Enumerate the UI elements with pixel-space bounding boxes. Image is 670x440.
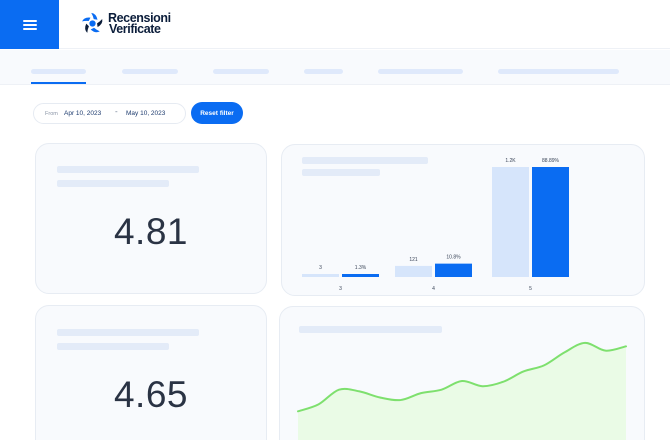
brand-line-2: Verificate bbox=[109, 21, 161, 36]
from-label: From bbox=[45, 111, 58, 117]
bar-3-series-1[interactable] bbox=[302, 274, 339, 277]
active-tab-indicator bbox=[31, 82, 86, 84]
brand-name: Recensioni Verificate bbox=[108, 11, 171, 36]
brand-logo[interactable]: Recensioni Verificate bbox=[80, 11, 171, 36]
tab-placeholder-6[interactable] bbox=[498, 69, 619, 74]
star-logo-icon bbox=[82, 12, 103, 33]
trend-chart-card bbox=[279, 306, 645, 440]
card-subtitle-placeholder bbox=[57, 343, 169, 350]
bar-4-series-2[interactable] bbox=[435, 263, 472, 277]
bar-4-series-1[interactable] bbox=[395, 265, 432, 277]
x-tick-label: 3 bbox=[339, 286, 342, 292]
trend-area-chart bbox=[297, 341, 627, 440]
date-range-filter[interactable]: From Apr 10, 2023 - May 10, 2023 bbox=[33, 103, 186, 124]
bar-data-label: 88.89% bbox=[542, 158, 560, 164]
bar-data-label: 3 bbox=[319, 265, 322, 271]
x-tick-label: 4 bbox=[432, 286, 435, 292]
average-rating-card: 4.81 bbox=[35, 143, 267, 294]
menu-button[interactable] bbox=[0, 0, 59, 49]
tab-placeholder-5[interactable] bbox=[378, 69, 463, 74]
top-header: Recensioni Verificate bbox=[0, 0, 670, 49]
rating-distribution-chart: 3 1.3% 3 121 10.8% 4 1.2K 88.89% 5 bbox=[302, 158, 569, 292]
hamburger-menu-icon bbox=[22, 19, 37, 30]
bar-data-label: 121 bbox=[409, 257, 418, 263]
date-separator: - bbox=[115, 107, 118, 116]
x-tick-label: 5 bbox=[529, 286, 532, 292]
rating-distribution-card: 3 1.3% 3 121 10.8% 4 1.2K 88.89% 5 bbox=[281, 144, 645, 296]
bar-data-label: 10.8% bbox=[446, 255, 461, 261]
secondary-rating-value: 4.65 bbox=[113, 374, 188, 415]
reset-filter-button[interactable]: Reset filter bbox=[191, 102, 243, 124]
secondary-rating-card: 4.65 bbox=[35, 305, 267, 440]
average-rating-value: 4.81 bbox=[113, 211, 188, 252]
dashboard-page: Recensioni Verificate From Apr 10, 2023 … bbox=[0, 0, 670, 440]
bar-3-series-2[interactable] bbox=[342, 274, 379, 277]
card-subtitle-placeholder bbox=[57, 180, 169, 187]
bar-data-label: 1.3% bbox=[355, 265, 367, 271]
bar-5-series-2[interactable] bbox=[532, 167, 569, 277]
tab-strip bbox=[0, 50, 670, 85]
bar-data-label: 1.2K bbox=[505, 158, 516, 164]
tab-placeholder-2[interactable] bbox=[122, 69, 178, 74]
card-title-placeholder bbox=[57, 166, 199, 173]
end-date-input[interactable]: May 10, 2023 bbox=[126, 110, 165, 117]
card-title-placeholder bbox=[57, 329, 199, 336]
area-fill bbox=[298, 342, 626, 440]
start-date-input[interactable]: Apr 10, 2023 bbox=[64, 110, 101, 117]
bar-5-series-1[interactable] bbox=[492, 167, 529, 277]
tab-placeholder-1[interactable] bbox=[31, 69, 86, 74]
tab-placeholder-3[interactable] bbox=[213, 69, 269, 74]
tab-placeholder-4[interactable] bbox=[304, 69, 343, 74]
